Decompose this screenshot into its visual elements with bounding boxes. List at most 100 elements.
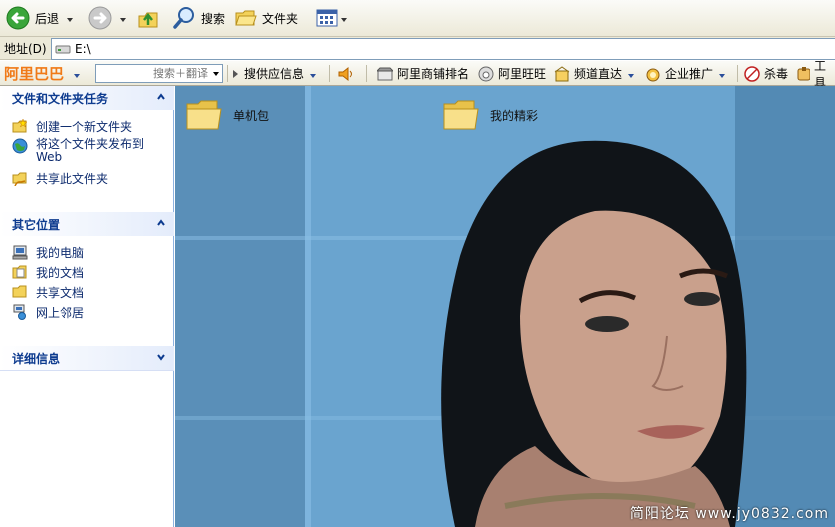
- channel-button[interactable]: 频道直达: [554, 61, 635, 86]
- back-arrow-icon: [6, 6, 30, 30]
- shop-rank-icon: [377, 67, 393, 80]
- views-dropdown-icon[interactable]: [341, 11, 347, 25]
- toolbar-separator: [227, 65, 228, 82]
- expand-chevron-icon[interactable]: [157, 353, 165, 361]
- folders-label: 文件夹: [262, 11, 299, 26]
- address-bar: 地址(D) E:\: [0, 37, 835, 60]
- folder-name: 我的精彩: [490, 108, 539, 123]
- search-button[interactable]: 搜索: [172, 4, 225, 32]
- supply-arrow-icon: [233, 69, 238, 78]
- file-tasks-header[interactable]: 文件和文件夹任务: [0, 86, 174, 110]
- search-label: 搜索: [201, 11, 226, 26]
- wangwang-button[interactable]: 阿里旺旺: [478, 61, 546, 86]
- folder-icon: [443, 100, 479, 130]
- supply-dropdown-icon[interactable]: [310, 67, 317, 81]
- promo-button[interactable]: 企业推广: [645, 61, 726, 86]
- collapse-chevron-icon[interactable]: [157, 93, 165, 101]
- forward-arrow-icon: [88, 6, 112, 30]
- shared-documents-icon: [12, 285, 27, 298]
- channel-icon: [554, 65, 570, 81]
- my-documents-icon: [12, 265, 27, 279]
- task-share-folder-label: 共享此文件夹: [36, 172, 109, 186]
- views-button[interactable]: [316, 4, 347, 32]
- file-tasks-title: 文件和文件夹任务: [12, 91, 109, 106]
- up-folder-button[interactable]: [137, 4, 159, 32]
- folders-icon: [235, 10, 257, 26]
- alibaba-logo-button[interactable]: 阿里巴巴: [4, 61, 81, 86]
- background-photo: [175, 86, 835, 527]
- place-network-label: 网上邻居: [36, 306, 85, 320]
- alibaba-menu-dropdown-icon[interactable]: [74, 67, 81, 81]
- standard-toolbar: 后退 搜索 文件夹: [0, 0, 835, 37]
- task-new-folder-label: 创建一个新文件夹: [36, 120, 133, 134]
- network-places-icon: [13, 304, 26, 320]
- channel-dropdown-icon[interactable]: [628, 67, 635, 81]
- search-dropdown-icon[interactable]: [210, 71, 222, 76]
- forum-watermark: 简阳论坛 www.jy0832.com: [629, 506, 829, 522]
- my-computer-icon: [12, 245, 28, 260]
- place-my-documents[interactable]: 我的文档: [12, 264, 84, 281]
- promo-medal-icon: [646, 68, 660, 81]
- antivirus-label: 杀毒: [764, 67, 789, 81]
- antivirus-icon: [744, 65, 760, 82]
- back-dropdown-icon[interactable]: [67, 11, 74, 25]
- channel-label: 频道直达: [574, 67, 623, 81]
- toolbar-separator: [329, 65, 330, 82]
- place-shared-documents[interactable]: 共享文档: [12, 284, 84, 301]
- alibaba-logo: 阿里巴巴: [4, 65, 65, 83]
- back-button[interactable]: 后退: [6, 4, 74, 32]
- folder-item[interactable]: 单机包: [185, 98, 269, 132]
- new-folder-icon: [12, 118, 28, 133]
- details-header[interactable]: 详细信息: [0, 346, 174, 370]
- supply-search-button[interactable]: 搜供应信息: [232, 61, 317, 86]
- task-publish-web-label: 将这个文件夹发布到 Web: [36, 137, 145, 164]
- alibaba-search-combo[interactable]: [95, 61, 223, 86]
- forward-button[interactable]: [88, 4, 126, 32]
- folder-view[interactable]: 单机包 我的精彩 简阳论坛 www.jy0832.com: [175, 86, 835, 527]
- promo-label: 企业推广: [665, 67, 714, 81]
- tools-icon: [797, 66, 810, 80]
- place-my-computer-label: 我的电脑: [36, 246, 85, 260]
- toolbar-separator: [366, 65, 367, 82]
- address-label: 地址(D): [4, 42, 47, 56]
- folder-name: 单机包: [233, 108, 270, 123]
- section-divider: [0, 370, 174, 371]
- shop-rank-label: 阿里商铺排名: [397, 67, 470, 81]
- folders-button[interactable]: 文件夹: [235, 4, 298, 32]
- views-icon: [316, 9, 338, 27]
- forward-dropdown-icon[interactable]: [120, 11, 126, 25]
- wangwang-label: 阿里旺旺: [498, 67, 547, 81]
- supply-search-label: 搜供应信息: [244, 67, 305, 81]
- alibaba-search-input[interactable]: [96, 67, 210, 80]
- place-network[interactable]: 网上邻居: [12, 304, 84, 321]
- place-my-documents-label: 我的文档: [36, 266, 85, 280]
- wangwang-icon: [478, 66, 494, 81]
- address-input[interactable]: E:\: [51, 38, 835, 60]
- place-shared-documents-label: 共享文档: [36, 286, 85, 300]
- speaker-icon: [338, 66, 352, 81]
- publish-web-icon: [12, 138, 28, 154]
- shop-rank-button[interactable]: 阿里商铺排名: [377, 61, 469, 86]
- details-title: 详细信息: [12, 351, 61, 366]
- other-places-title: 其它位置: [12, 217, 61, 232]
- alibaba-toolbar: 阿里巴巴 搜供应信息 阿里商铺排名 阿里旺旺: [0, 59, 835, 90]
- other-places-header[interactable]: 其它位置: [0, 212, 174, 236]
- share-folder-icon: [12, 172, 27, 186]
- address-path: E:\: [75, 42, 91, 56]
- speaker-button[interactable]: [337, 61, 355, 86]
- task-pane: 文件和文件夹任务 创建一个新文件夹 将这个文件夹发布到 Web 共享此文件夹 其…: [0, 86, 174, 527]
- task-publish-web[interactable]: 将这个文件夹发布到 Web: [12, 138, 146, 164]
- drive-icon: [55, 45, 71, 54]
- up-folder-icon: [138, 12, 158, 28]
- place-my-computer[interactable]: 我的电脑: [12, 244, 84, 261]
- promo-dropdown-icon[interactable]: [719, 67, 726, 81]
- collapse-chevron-icon[interactable]: [157, 219, 165, 227]
- folder-item[interactable]: 我的精彩: [442, 98, 538, 132]
- folder-icon: [186, 100, 222, 130]
- task-share-folder[interactable]: 共享此文件夹: [12, 170, 108, 187]
- search-icon: [173, 7, 194, 29]
- task-new-folder[interactable]: 创建一个新文件夹: [12, 118, 132, 135]
- tools-button[interactable]: 工具: [796, 59, 835, 90]
- antivirus-button[interactable]: 杀毒: [744, 61, 788, 86]
- back-label: 后退: [35, 11, 60, 26]
